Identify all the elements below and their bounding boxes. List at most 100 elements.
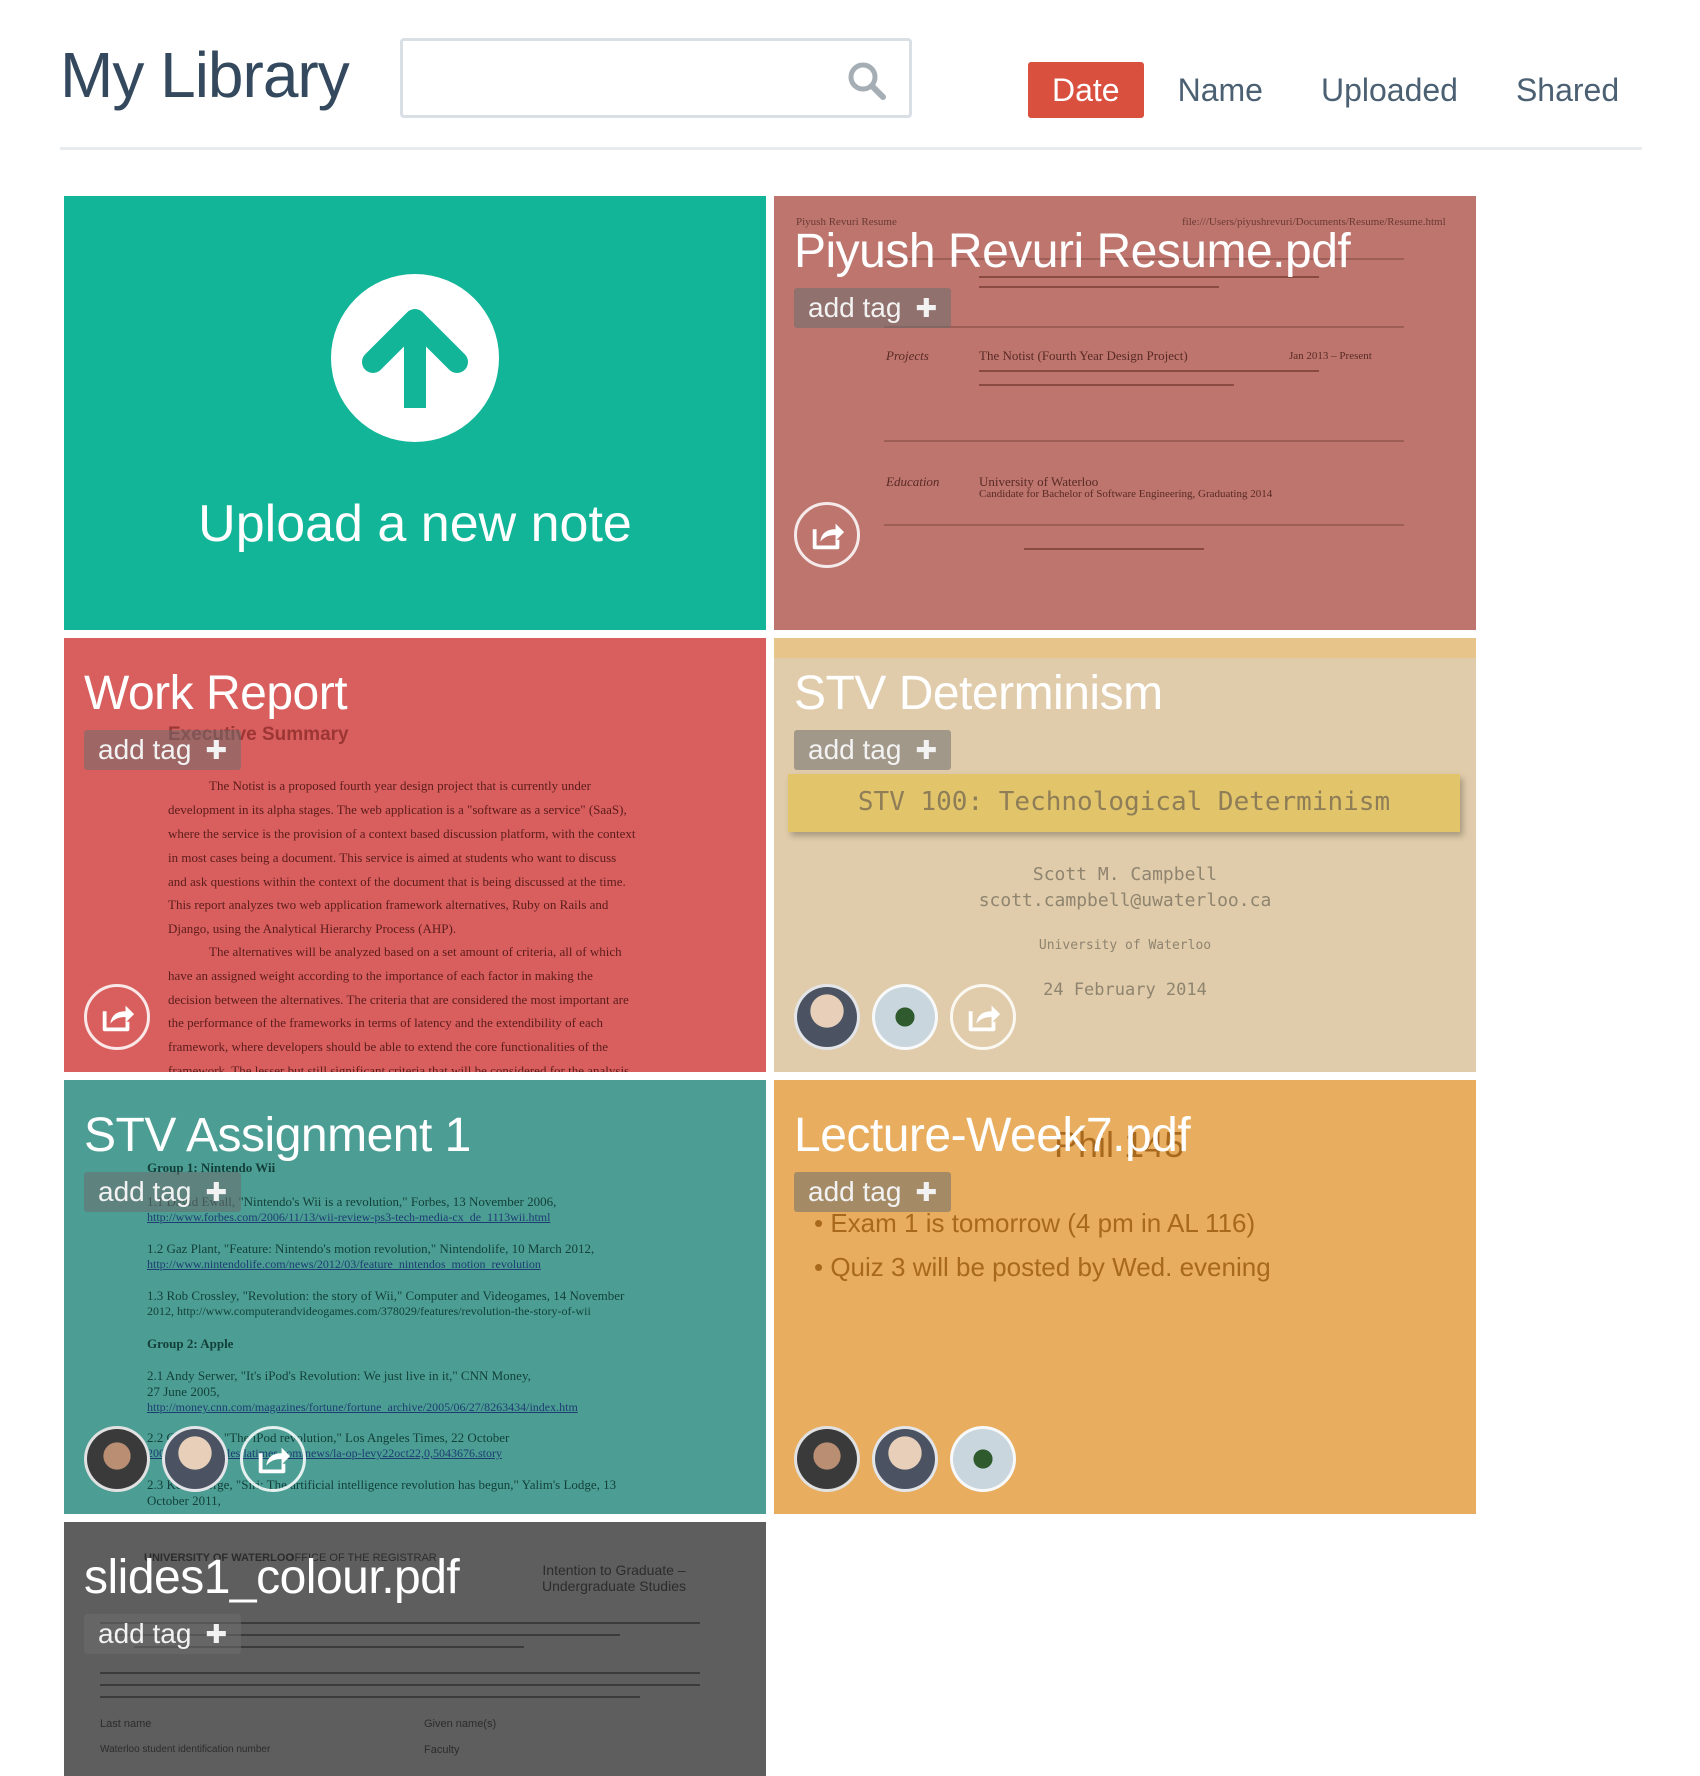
library-header: My Library Date Name Uploaded Shared: [0, 0, 1700, 150]
avatar[interactable]: [794, 1426, 860, 1492]
upload-icon: [331, 274, 499, 442]
doc-school: University of Waterloo: [1038, 938, 1212, 953]
note-card[interactable]: STV 100: Technological Determinism Scott…: [774, 638, 1476, 1072]
search-icon[interactable]: [847, 61, 887, 101]
doc-link: http://money.cnn.com/magazines/fortune/f…: [147, 1400, 578, 1414]
doc-degree: Candidate for Bachelor of Software Engin…: [979, 488, 1273, 500]
share-button[interactable]: [794, 502, 860, 568]
share-button[interactable]: [84, 984, 150, 1050]
avatar[interactable]: [872, 1426, 938, 1492]
header-divider: [60, 147, 1642, 150]
add-tag-button[interactable]: add tag ✚: [84, 1172, 242, 1212]
doc-rule: [884, 326, 1404, 328]
note-title[interactable]: STV Determinism: [794, 666, 1163, 721]
doc-line: where the service is the provision of a …: [168, 826, 636, 841]
share-button[interactable]: [950, 984, 1016, 1050]
share-icon: [968, 1005, 1001, 1032]
note-card[interactable]: Phil 145 • Exam 1 is tomorrow (4 pm in A…: [774, 1080, 1476, 1514]
avatar[interactable]: [872, 984, 938, 1050]
doc-line: The alternatives will be analyzed based …: [209, 944, 622, 959]
doc-text-line: [100, 1672, 700, 1674]
avatar[interactable]: [794, 984, 860, 1050]
doc-form-title: Intention to Graduate – Undergraduate St…: [542, 1562, 686, 1594]
add-tag-button[interactable]: add tag ✚: [794, 1172, 952, 1212]
add-tag-label: add tag: [98, 1176, 192, 1207]
doc-section-label: Projects: [886, 348, 929, 363]
doc-text-line: [1024, 548, 1204, 550]
doc-text-line: [100, 1696, 640, 1698]
doc-link: http://www.forbes.com/2006/11/13/wii-rev…: [147, 1210, 551, 1224]
share-icon: [102, 1005, 135, 1032]
add-tag-button[interactable]: add tag ✚: [794, 730, 952, 770]
doc-text-line: [979, 384, 1234, 386]
doc-line: in most cases being a document. This ser…: [168, 850, 617, 865]
doc-line: framework, where developers should be ab…: [168, 1039, 609, 1054]
add-tag-label: add tag: [98, 1618, 192, 1649]
doc-line: 1.3 Rob Crossley, "Revolution: the story…: [147, 1288, 625, 1303]
plus-icon: ✚: [205, 1177, 228, 1207]
doc-project-title: The Notist (Fourth Year Design Project): [979, 348, 1188, 363]
add-tag-button[interactable]: add tag ✚: [794, 288, 952, 328]
note-title[interactable]: Work Report: [84, 666, 348, 721]
add-tag-label: add tag: [98, 734, 192, 765]
doc-field-label: Waterloo student identification number: [100, 1744, 271, 1755]
doc-line: 27 June 2005,: [147, 1384, 220, 1399]
note-card[interactable]: Piyush Revuri Resume file:///Users/piyus…: [774, 196, 1476, 630]
avatar[interactable]: [84, 1426, 150, 1492]
doc-rule: [884, 440, 1404, 442]
doc-field-label: Last name: [100, 1718, 152, 1730]
tab-name[interactable]: Name: [1154, 62, 1287, 118]
tab-shared[interactable]: Shared: [1492, 62, 1643, 118]
doc-project-date: Jan 2013 – Present: [1289, 350, 1372, 362]
doc-section-label: Education: [886, 474, 940, 489]
add-tag-label: add tag: [808, 734, 902, 765]
doc-line: October 2011,: [147, 1493, 221, 1508]
share-icon: [812, 523, 845, 550]
doc-link: http://www.nintendolife.com/news/2012/03…: [147, 1257, 541, 1271]
doc-field-label: Given name(s): [424, 1718, 497, 1730]
search-input[interactable]: [417, 51, 817, 105]
upload-card[interactable]: Upload a new note: [64, 196, 766, 630]
doc-line: development in its alpha stages. The web…: [168, 802, 627, 817]
note-card[interactable]: UNIVERSITY OF WATERLOO OFFICE OF THE REG…: [64, 1522, 766, 1776]
doc-field-label: Faculty: [424, 1744, 460, 1756]
plus-icon: ✚: [205, 1619, 228, 1649]
tab-date[interactable]: Date: [1028, 62, 1144, 118]
add-tag-button[interactable]: add tag ✚: [84, 730, 242, 770]
share-button[interactable]: [240, 1426, 306, 1492]
note-card[interactable]: Executive Summary The Notist is a propos…: [64, 638, 766, 1072]
note-title[interactable]: Lecture-Week7.pdf: [794, 1108, 1191, 1163]
doc-line: 2.1 Andy Serwer, "It's iPod's Revolution…: [147, 1368, 531, 1383]
sort-tabs: Date Name Uploaded Shared: [1028, 62, 1653, 118]
note-title[interactable]: slides1_colour.pdf: [84, 1550, 460, 1605]
plus-icon: ✚: [915, 1177, 938, 1207]
doc-bullet: • Exam 1 is tomorrow (4 pm in AL 116): [814, 1208, 1256, 1238]
doc-author: Scott M. Campbell: [1032, 864, 1218, 885]
doc-bullet-text: Quiz 3 will be posted by Wed. evening: [830, 1252, 1271, 1282]
avatar[interactable]: [162, 1426, 228, 1492]
tab-uploaded[interactable]: Uploaded: [1297, 62, 1482, 118]
note-card[interactable]: Group 1: Nintendo Wii 1.1 David Ewall, "…: [64, 1080, 766, 1514]
doc-line: the performance of the frameworks in ter…: [168, 1015, 603, 1030]
avatar[interactable]: [950, 1426, 1016, 1492]
doc-line: 1.2 Gaz Plant, "Feature: Nintendo's moti…: [147, 1241, 595, 1256]
doc-line: Django, using the Analytical Hierarchy P…: [168, 921, 457, 936]
doc-line: decision between the alternatives. The c…: [168, 992, 629, 1007]
doc-banner: STV 100: Technological Determinism: [788, 774, 1460, 832]
plus-icon: ✚: [205, 735, 228, 765]
doc-email: scott.campbell@uwaterloo.ca: [978, 890, 1272, 911]
doc-banner-text: STV 100: Technological Determinism: [857, 787, 1391, 817]
doc-line: This report analyzes two web application…: [168, 897, 609, 912]
plus-icon: ✚: [915, 293, 938, 323]
note-title[interactable]: STV Assignment 1: [84, 1108, 471, 1163]
add-tag-label: add tag: [808, 292, 902, 323]
doc-text-line: [979, 286, 1219, 288]
add-tag-button[interactable]: add tag ✚: [84, 1614, 242, 1654]
doc-rule: [884, 524, 1404, 526]
search-box[interactable]: [400, 38, 912, 118]
doc-line: have an assigned weight according to the…: [168, 968, 593, 983]
doc-bullet-text: Exam 1 is tomorrow (4 pm in AL 116): [830, 1208, 1256, 1238]
doc-line: The Notist is a proposed fourth year des…: [209, 778, 591, 793]
add-tag-label: add tag: [808, 1176, 902, 1207]
note-title[interactable]: Piyush Revuri Resume.pdf: [794, 224, 1351, 279]
